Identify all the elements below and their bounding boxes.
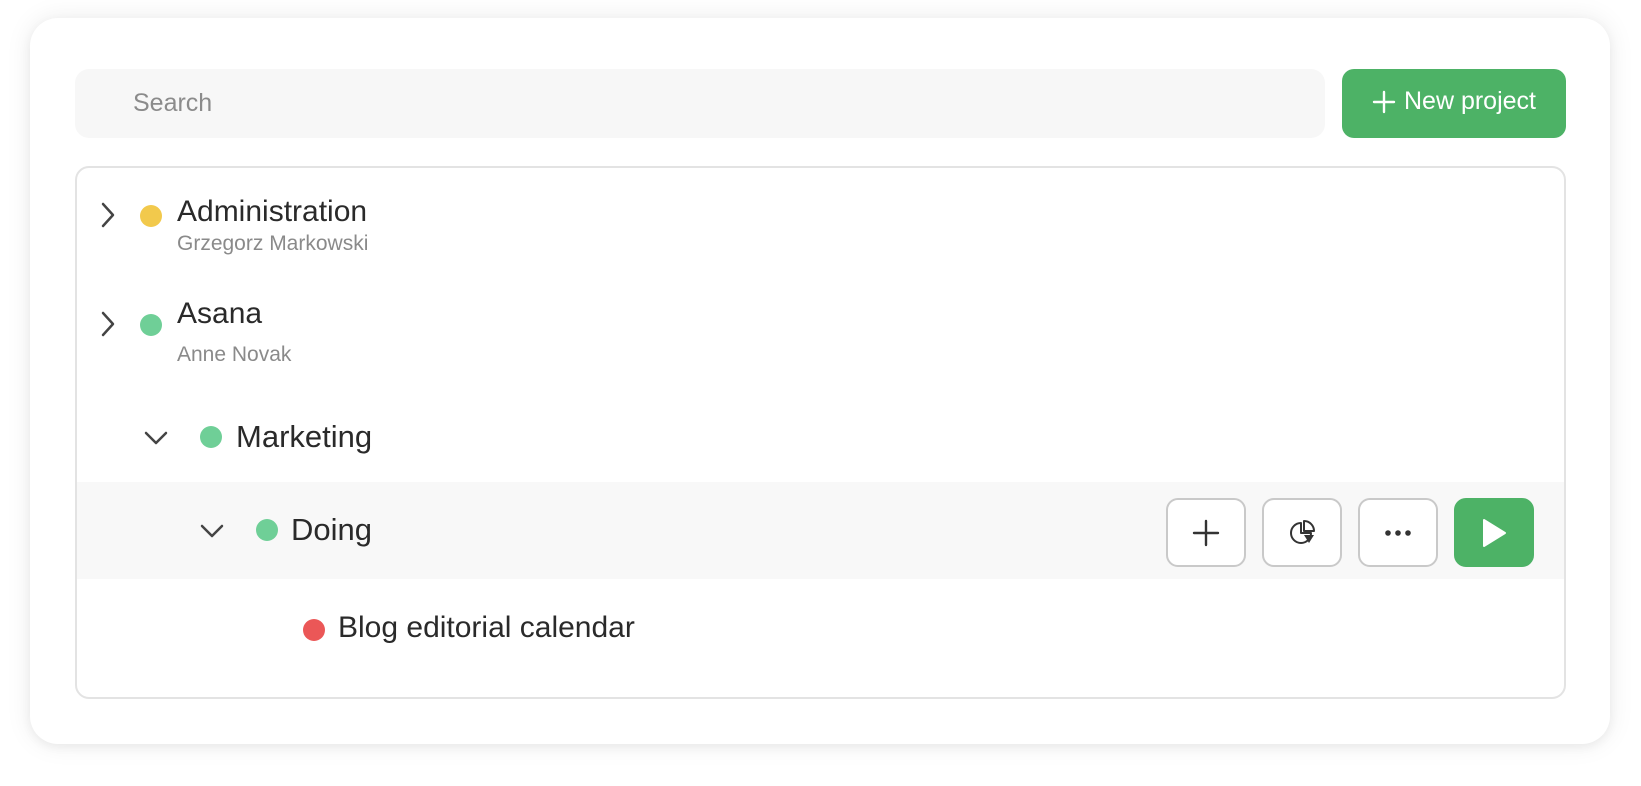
chevron-right-icon[interactable]	[97, 200, 119, 230]
play-icon	[1483, 518, 1506, 547]
project-name: Doing	[291, 512, 372, 547]
search-input[interactable]	[75, 69, 1325, 138]
status-dot-green	[256, 519, 278, 541]
tree-item-marketing[interactable]: Marketing	[77, 390, 1564, 482]
new-project-button[interactable]: New project	[1342, 69, 1566, 138]
status-dot-yellow	[140, 205, 162, 227]
tree-item-administration[interactable]: Administration Grzegorz Markowski	[77, 168, 1564, 278]
status-dot-green	[200, 426, 222, 448]
project-name: Blog editorial calendar	[338, 611, 635, 644]
project-name: Asana	[177, 297, 263, 330]
project-tree: Administration Grzegorz Markowski Asana …	[75, 166, 1566, 699]
plus-icon	[1372, 90, 1396, 113]
status-dot-red	[303, 619, 325, 641]
tree-item-asana[interactable]: Asana Anne Novak	[77, 278, 1564, 390]
project-owner: Anne Novak	[177, 343, 292, 366]
project-owner: Grzegorz Markowski	[177, 232, 369, 255]
chevron-right-icon[interactable]	[97, 309, 119, 339]
project-name: Administration	[177, 195, 368, 228]
chevron-down-icon[interactable]	[199, 521, 225, 541]
tree-item-doing[interactable]: Doing	[77, 482, 1564, 579]
pie-chart-icon	[1290, 519, 1315, 544]
reports-button[interactable]	[1262, 498, 1342, 567]
project-name: Marketing	[236, 419, 373, 454]
tree-item-blog-editorial-calendar[interactable]: Blog editorial calendar	[77, 579, 1564, 683]
status-dot-green	[140, 314, 162, 336]
start-timer-button[interactable]	[1454, 498, 1534, 567]
add-icon	[1192, 519, 1220, 546]
more-options-button[interactable]	[1358, 498, 1438, 567]
add-item-button[interactable]	[1166, 498, 1246, 567]
more-icon	[1385, 529, 1411, 536]
chevron-down-icon[interactable]	[143, 428, 169, 448]
new-project-label: New project	[1404, 87, 1536, 115]
